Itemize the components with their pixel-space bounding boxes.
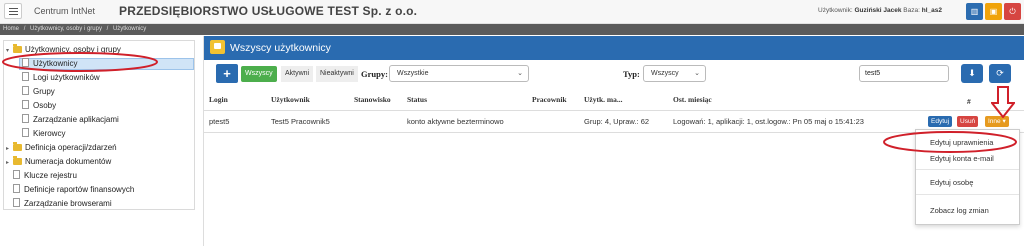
chevron-down-icon: ⌄ [517, 70, 523, 77]
users-folder-icon [210, 40, 225, 54]
cell-user: Test5 Pracownik5 [271, 117, 330, 126]
page-icon [22, 86, 29, 95]
caret-right-icon[interactable]: ▸ [6, 143, 13, 155]
company-name: PRZEDSIĘBIORSTWO USŁUGOWE TEST Sp. z o.o… [119, 4, 418, 18]
tree-node-operation-definitions[interactable]: ▸ Definicja operacji/zdarzeń [6, 142, 117, 154]
top-bar: Centrum IntNet PRZEDSIĘBIORSTWO USŁUGOWE… [0, 0, 1024, 24]
col-last-month[interactable]: Ost. miesiąc [673, 95, 712, 104]
menu-edit-person[interactable]: Edytuj osobę [930, 178, 973, 187]
search-input[interactable]: test5 [859, 65, 949, 82]
tree-node-document-numbering[interactable]: ▸ Numeracja dokumentów [6, 156, 111, 168]
breadcrumb-sep: / [106, 26, 109, 32]
menu-edit-email[interactable]: Edytuj konta e-mail [930, 154, 994, 163]
page-icon [22, 72, 29, 81]
refresh-icon[interactable]: ⟳ [989, 64, 1011, 83]
menu-divider [916, 194, 1019, 195]
col-actions: # [967, 97, 971, 106]
page-icon [13, 198, 20, 207]
tree-node-users-groups[interactable]: ▾ Użytkownicy, osoby i grupy [6, 44, 121, 56]
edit-button[interactable]: Edytuj [928, 116, 953, 127]
breadcrumb-users-groups[interactable]: Użytkownicy, osoby i grupy [30, 26, 102, 32]
cell-status: konto aktywne bezterminowo [407, 117, 504, 126]
user-info: Użytkownik: Guziński Jacek Baza: hl_as2 [818, 7, 942, 14]
cell-last-month: Logowań: 1, aplikacji: 1, ost.logow.: Pn… [673, 117, 864, 126]
menu-divider [916, 169, 1019, 170]
group-label: Grupy: [361, 69, 388, 79]
db-label: Baza: [903, 7, 920, 14]
navigation-tree: ▾ Użytkownicy, osoby i grupy Użytkownicy … [3, 40, 195, 210]
col-user[interactable]: Użytkownik [271, 95, 310, 104]
caret-down-icon[interactable]: ▾ [6, 45, 13, 57]
type-select[interactable]: Wszyscy ⌄ [643, 65, 706, 82]
download-icon[interactable]: ⬇ [961, 64, 983, 83]
tree-node-users[interactable]: Użytkownicy [22, 58, 77, 70]
tree-node-financial-reports[interactable]: Definicje raportów finansowych [13, 184, 134, 196]
annotation-arrow-icon [991, 86, 1015, 118]
tree-node-app-management[interactable]: Zarządzanie aplikacjami [22, 114, 119, 126]
menu-view-log[interactable]: Zobacz log zmian [930, 206, 989, 215]
panel-header: Wszyscy użytkownicy [204, 36, 1024, 60]
add-user-button[interactable]: + [216, 64, 238, 83]
filter-active-button[interactable]: Aktywni [281, 66, 314, 82]
folder-icon [13, 156, 22, 165]
tree-node-browser-management[interactable]: Zarządzanie browserami [13, 198, 112, 210]
page-icon [13, 170, 20, 179]
user-name: Guziński Jacek [854, 7, 902, 14]
row-divider [204, 132, 1024, 133]
breadcrumb-users: Użytkownicy [112, 26, 147, 32]
group-select[interactable]: Wszystkie ⌄ [389, 65, 529, 82]
panel-title: Wszyscy użytkownicy [230, 42, 331, 54]
user-label: Użytkownik: [818, 7, 853, 14]
users-panel: Wszyscy użytkownicy + Wszyscy Aktywni Ni… [203, 36, 1024, 246]
more-actions-menu: Edytuj uprawnienia Edytuj konta e-mail E… [915, 129, 1020, 225]
page-icon [22, 100, 29, 109]
db-name: hl_as2 [921, 7, 942, 14]
breadcrumb-home[interactable]: Home [3, 26, 19, 32]
page-icon [13, 184, 20, 193]
cell-has: Grup: 4, Upraw.: 62 [584, 117, 650, 126]
delete-button[interactable]: Usuń [957, 116, 979, 127]
power-icon[interactable]: ⏻ [1004, 3, 1021, 20]
type-label: Typ: [623, 69, 640, 79]
caret-right-icon[interactable]: ▸ [6, 157, 13, 169]
menu-edit-permissions[interactable]: Edytuj uprawnienia [930, 138, 993, 147]
app-brand[interactable]: Centrum IntNet [34, 6, 95, 16]
grid-icon[interactable]: ▥ [966, 3, 983, 20]
tree-node-user-logs[interactable]: Logi użytkowników [22, 72, 100, 84]
folder-icon [13, 142, 22, 151]
page-icon [22, 128, 29, 137]
col-status[interactable]: Status [407, 95, 427, 104]
cell-login: ptest5 [209, 117, 230, 126]
lock-icon[interactable]: ▣ [985, 3, 1002, 20]
breadcrumb-sep: / [23, 26, 26, 32]
tree-node-persons[interactable]: Osoby [22, 100, 56, 112]
tree-node-registry-keys[interactable]: Klucze rejestru [13, 170, 77, 182]
col-position[interactable]: Stanowisko [354, 95, 391, 104]
col-employee[interactable]: Pracownik [532, 95, 567, 104]
filter-inactive-button[interactable]: Nieaktywni [316, 66, 358, 82]
table-divider [204, 110, 1024, 111]
breadcrumb: Home / Użytkownicy, osoby i grupy / Użyt… [0, 24, 1024, 35]
tree-node-groups[interactable]: Grupy [22, 86, 55, 98]
folder-icon [13, 44, 22, 53]
page-icon [22, 58, 29, 67]
tree-node-drivers[interactable]: Kierowcy [22, 128, 65, 140]
col-login[interactable]: Login [209, 95, 228, 104]
col-has[interactable]: Użytk. ma... [584, 95, 623, 104]
filter-all-button[interactable]: Wszyscy [241, 66, 277, 82]
menu-icon[interactable] [4, 3, 22, 19]
chevron-down-icon: ⌄ [694, 70, 700, 77]
page-icon [22, 114, 29, 123]
